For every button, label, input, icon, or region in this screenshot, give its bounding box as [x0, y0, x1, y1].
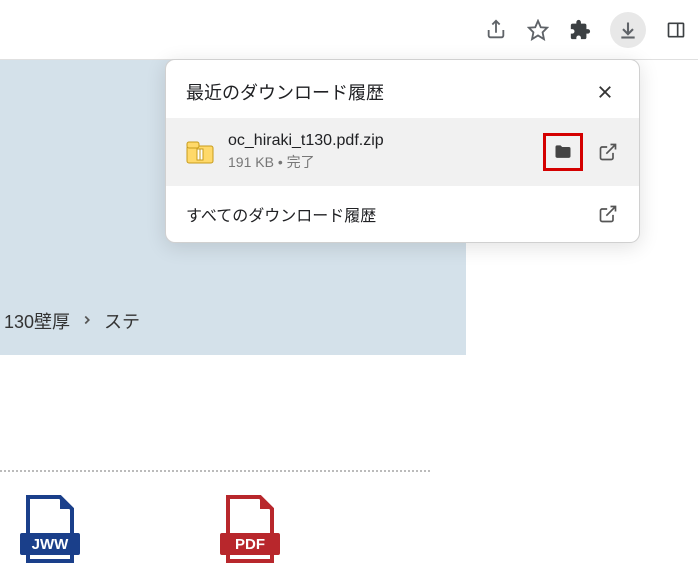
share-icon[interactable]	[484, 18, 508, 42]
svg-text:PDF: PDF	[235, 536, 265, 553]
close-icon	[596, 83, 614, 101]
downloads-button[interactable]	[610, 12, 646, 48]
divider	[0, 470, 430, 472]
breadcrumb: 130壁厚 ステ	[0, 308, 140, 334]
zip-file-icon	[186, 140, 214, 164]
folder-icon	[552, 142, 574, 162]
svg-text:JWW: JWW	[32, 536, 70, 553]
extensions-icon[interactable]	[568, 18, 592, 42]
open-external-button[interactable]	[597, 141, 619, 163]
side-panel-icon[interactable]	[664, 18, 688, 42]
popup-header: 最近のダウンロード履歴	[166, 60, 639, 118]
show-in-folder-button[interactable]	[543, 133, 583, 171]
jww-file-icon[interactable]: JWW	[20, 495, 80, 565]
download-filename: oc_hiraki_t130.pdf.zip	[228, 132, 529, 150]
downloads-popup: 最近のダウンロード履歴 oc_hiraki_t130.pdf.zip 191 K…	[165, 59, 640, 243]
download-item[interactable]: oc_hiraki_t130.pdf.zip 191 KB • 完了	[166, 118, 639, 186]
popup-title: 最近のダウンロード履歴	[186, 79, 384, 105]
external-link-icon	[598, 142, 618, 162]
external-link-icon	[598, 204, 618, 224]
open-downloads-page-button[interactable]	[597, 203, 619, 225]
star-icon[interactable]	[526, 18, 550, 42]
download-status: 191 KB • 完了	[228, 152, 529, 172]
breadcrumb-item[interactable]: ステ	[104, 308, 140, 334]
download-actions	[543, 133, 619, 171]
download-info: oc_hiraki_t130.pdf.zip 191 KB • 完了	[228, 132, 529, 172]
popup-footer-label: すべてのダウンロード履歴	[186, 202, 376, 226]
chevron-right-icon	[80, 313, 94, 330]
browser-toolbar	[0, 0, 698, 60]
all-downloads-link[interactable]: すべてのダウンロード履歴	[166, 186, 639, 242]
breadcrumb-item[interactable]: 130壁厚	[4, 308, 70, 334]
file-icon-row: JWW PDF	[20, 495, 280, 565]
close-button[interactable]	[591, 78, 619, 106]
pdf-file-icon[interactable]: PDF	[220, 495, 280, 565]
